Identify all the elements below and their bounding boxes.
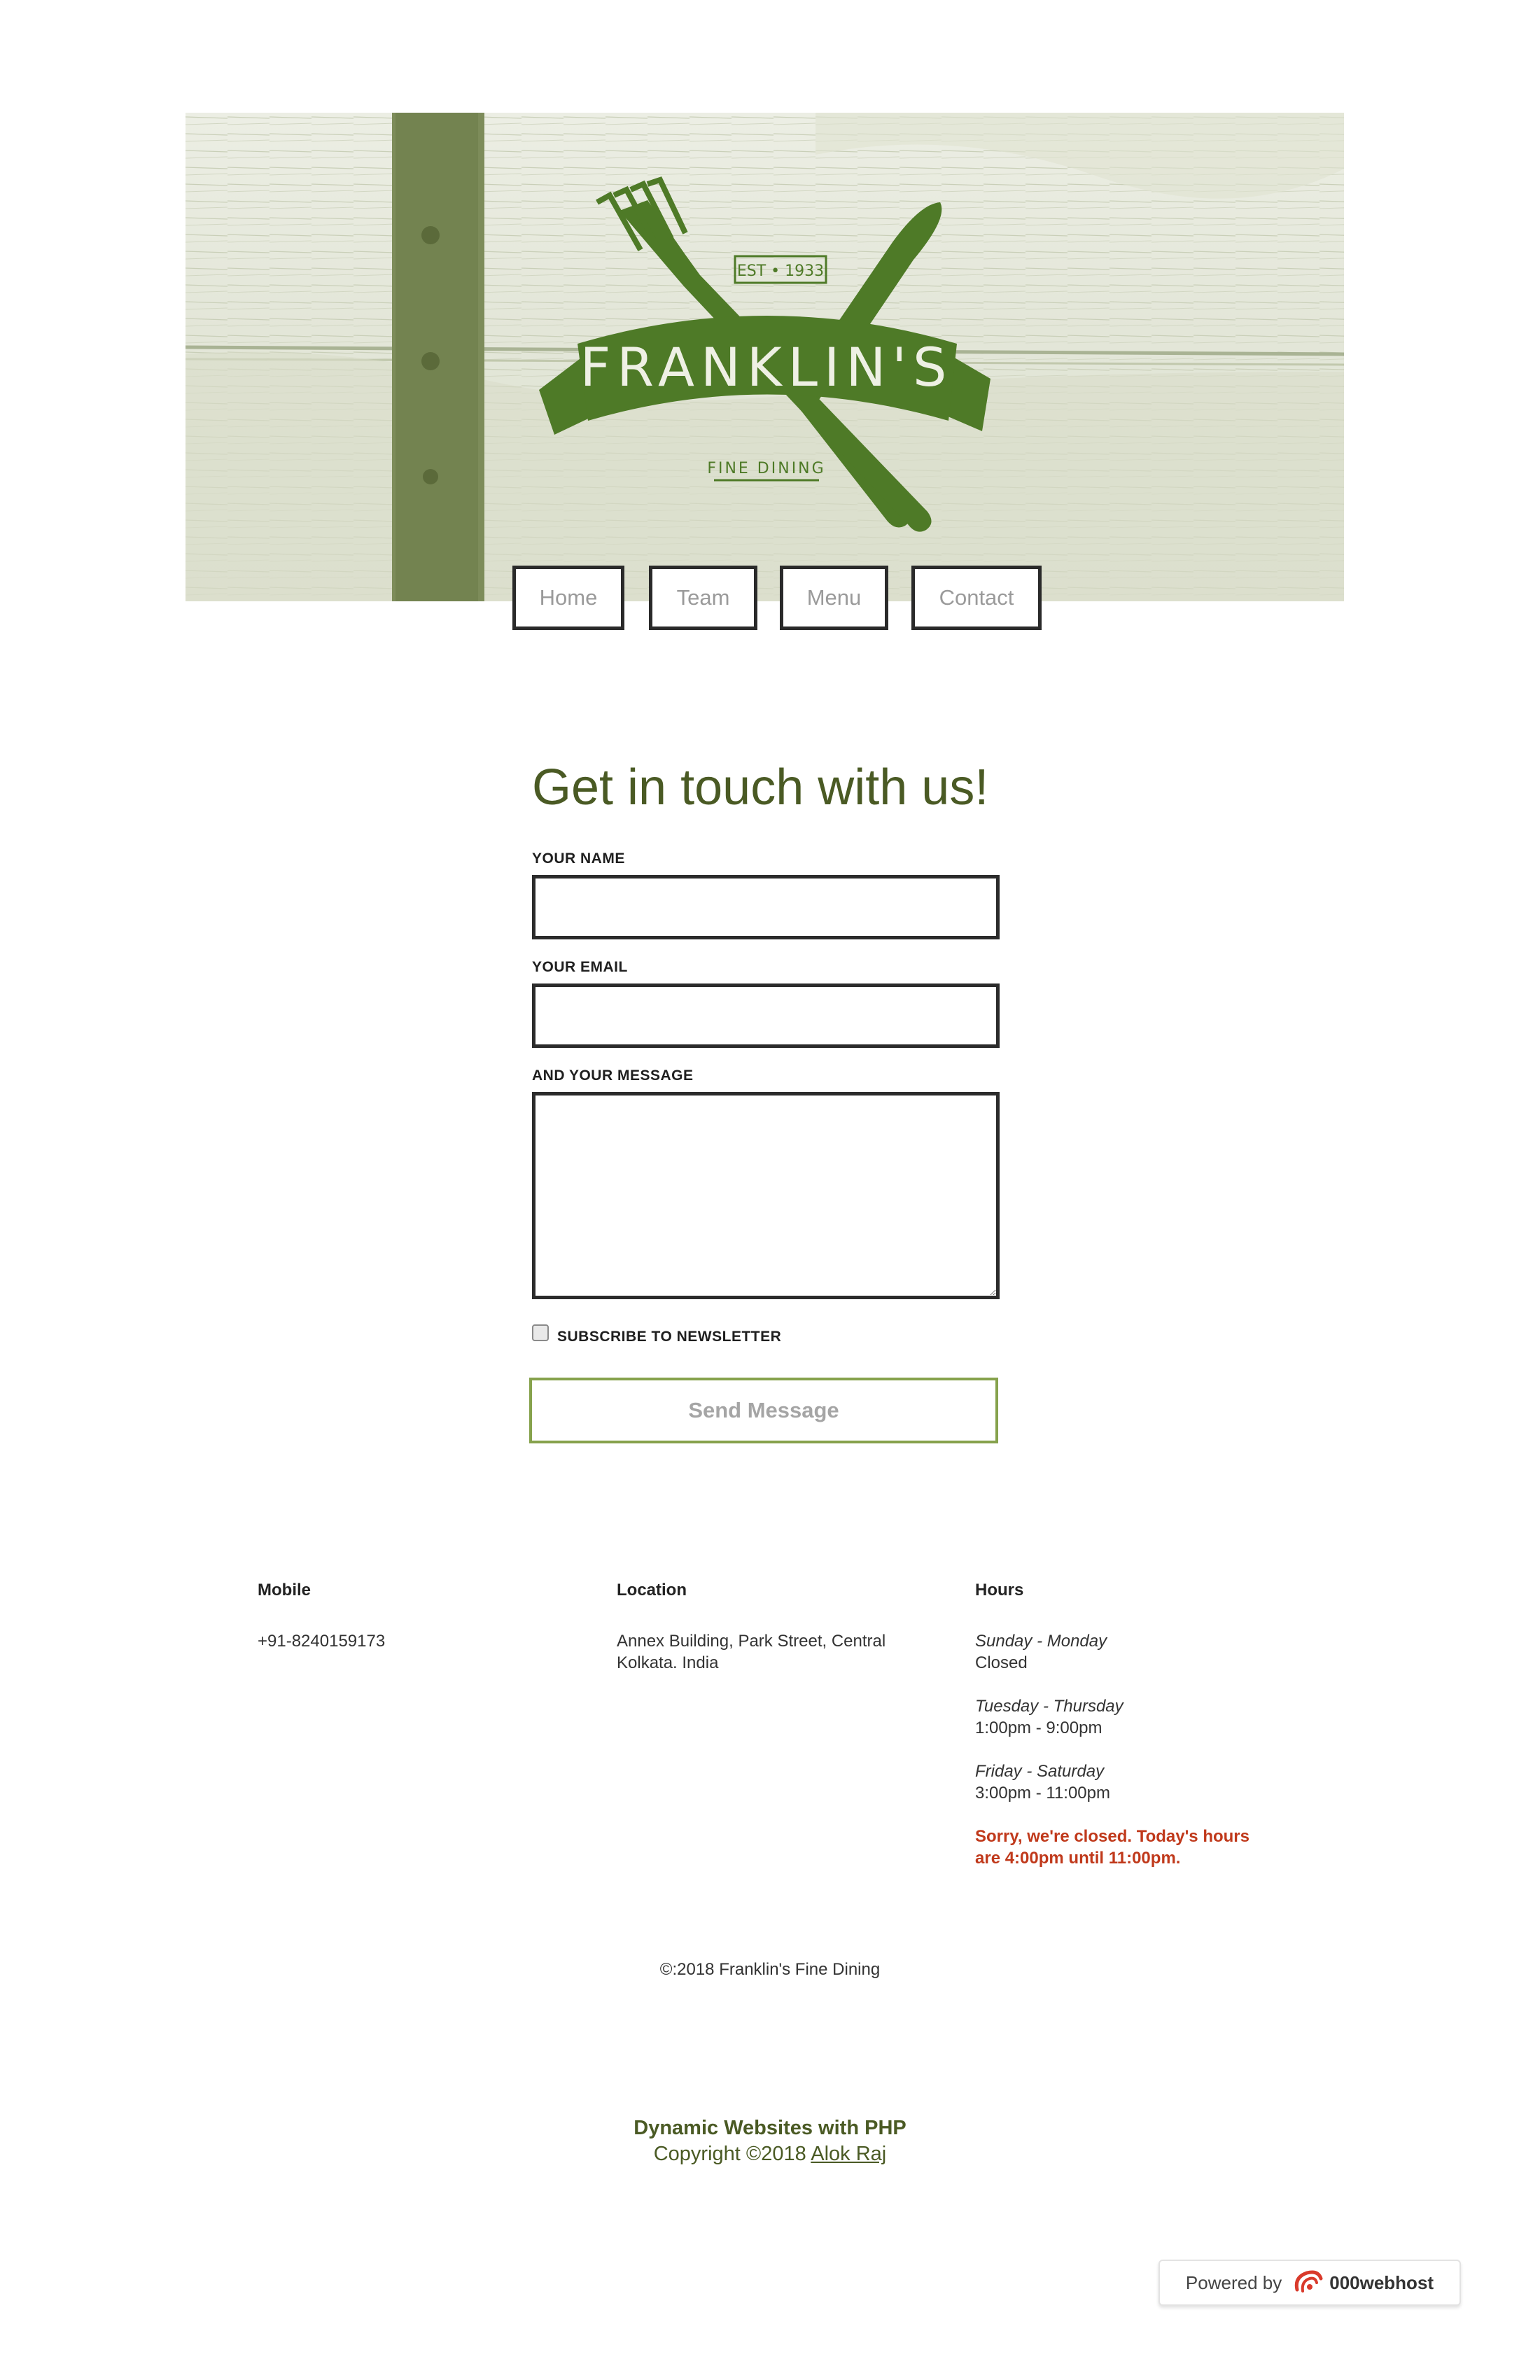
send-message-button[interactable]: Send Message [529,1378,998,1443]
hours-days: Tuesday - Thursday [975,1697,1124,1716]
logo-established-text: EST • 1933 [737,262,824,280]
location-heading: Location [617,1581,687,1600]
nav-item-team[interactable]: Team [649,566,757,630]
location-column: Location Annex Building, Park Street, Ce… [617,1579,925,1674]
hours-entry: Friday - Saturday 3:00pm - 11:00pm [975,1760,1283,1804]
name-input[interactable] [532,875,1000,939]
logo-tagline-text: FINE DINING [707,460,825,477]
message-textarea[interactable] [532,1092,1000,1299]
powered-by-text: Powered by [1185,2272,1282,2293]
hours-entry: Tuesday - Thursday 1:00pm - 9:00pm [975,1695,1283,1739]
credits-title: Dynamic Websites with PHP [634,2117,906,2139]
name-label: YOUR NAME [532,850,625,867]
author-link[interactable]: Alok Raj [811,2143,886,2165]
email-label: YOUR EMAIL [532,959,628,975]
hours-heading: Hours [975,1581,1024,1600]
hero-background: FRANKLIN'S EST • 1933 FINE DINING [186,113,1344,601]
nav-item-menu[interactable]: Menu [780,566,888,630]
webhost-logo-icon [1295,2270,1323,2292]
nav-item-contact[interactable]: Contact [911,566,1042,630]
location-line-1: Annex Building, Park Street, Central [617,1632,886,1651]
powered-by-badge[interactable]: Powered by 000webhost [1158,2260,1461,2306]
header-hero-image: FRANKLIN'S EST • 1933 FINE DINING [186,113,1344,601]
page-title: Get in touch with us! [532,760,989,816]
nav-item-home[interactable]: Home [512,566,624,630]
location-line-2: Kolkata. India [617,1653,719,1672]
mobile-number: +91-8240159173 [258,1632,386,1651]
hours-days: Friday - Saturday [975,1762,1105,1781]
status-message-line-1: Sorry, we're closed. Today's hours [975,1827,1250,1846]
site-copyright: ©:2018 Franklin's Fine Dining [659,1960,881,1979]
hours-days: Sunday - Monday [975,1632,1107,1651]
hours-time: 3:00pm - 11:00pm [975,1784,1110,1802]
hours-column: Hours Sunday - Monday Closed Tuesday - T… [975,1579,1283,1869]
main-nav: Home Team Menu Contact [0,566,1540,636]
email-input[interactable] [532,983,1000,1048]
hours-time: 1:00pm - 9:00pm [975,1718,1102,1737]
logo-name-text: FRANKLIN'S [580,336,953,398]
credits-block: Dynamic Websites with PHP Copyright ©201… [0,2115,1540,2167]
mobile-column: Mobile +91-8240159173 [258,1579,566,1652]
status-message-line-2: are 4:00pm until 11:00pm. [975,1849,1181,1868]
hours-time: Closed [975,1653,1028,1672]
webhost-brand-text: 000webhost [1329,2272,1434,2293]
subscribe-label: SUBSCRIBE TO NEWSLETTER [557,1329,782,1345]
mobile-heading: Mobile [258,1581,311,1600]
credits-copyright-text: Copyright ©2018 [653,2143,806,2165]
credits-copyright-line: Copyright ©2018 Alok Raj [0,2141,1540,2167]
hours-entry: Sunday - Monday Closed [975,1630,1283,1674]
message-label: AND YOUR MESSAGE [532,1068,694,1084]
contact-form: Get in touch with us! YOUR NAME YOUR EMA… [529,756,1022,1443]
subscribe-checkbox[interactable] [532,1324,549,1341]
